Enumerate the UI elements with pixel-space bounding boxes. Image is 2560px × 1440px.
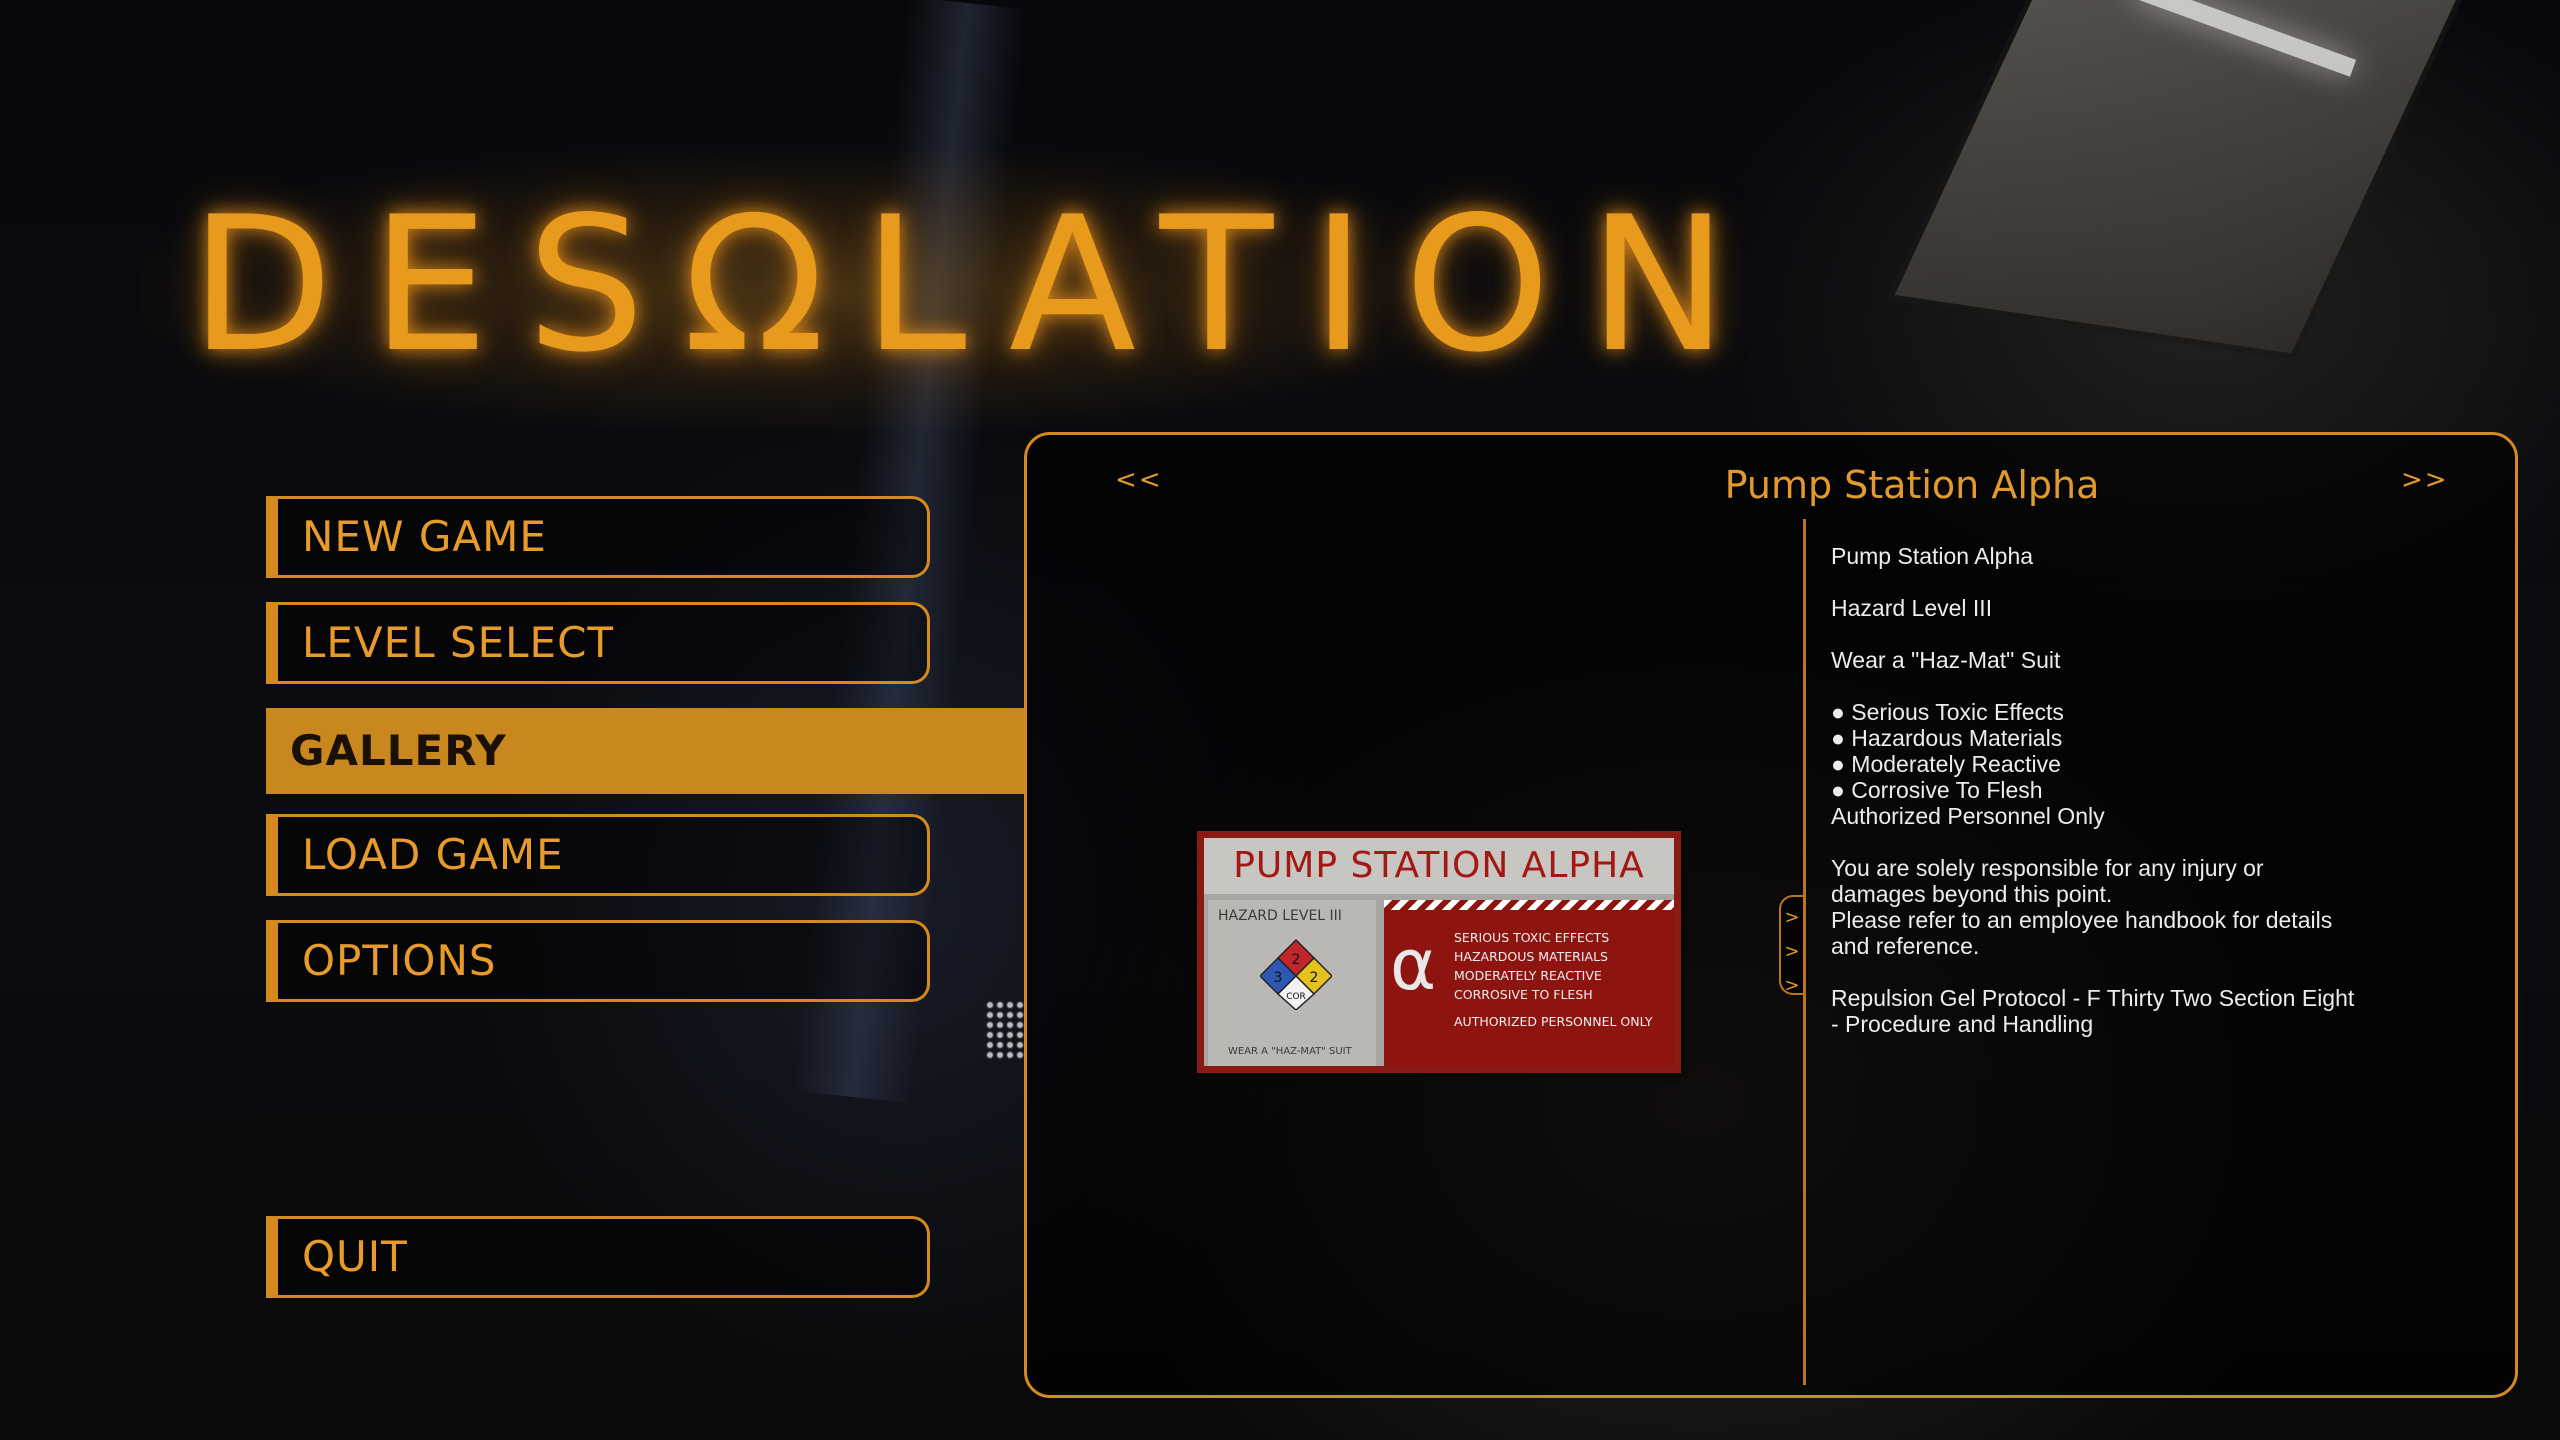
gallery-image-pump-station-sign[interactable]: PUMP STATION ALPHA HAZARD LEVEL III 2 3 … <box>1197 831 1681 1073</box>
gallery-description: Pump Station Alpha Hazard Level III Wear… <box>1831 543 2451 1037</box>
description-disclaimer-line: and reference. <box>1831 933 1980 959</box>
description-bullet: ● Moderately Reactive <box>1831 751 2061 777</box>
description-disclaimer-line: You are solely responsible for any injur… <box>1831 855 2264 881</box>
description-authorized: Authorized Personnel Only <box>1831 803 2105 829</box>
background-ceiling-panel <box>1886 0 2466 361</box>
description-bullet: ● Serious Toxic Effects <box>1831 699 2064 725</box>
gallery-panel: << >> Pump Station Alpha PUMP STATION AL… <box>1024 432 2518 1398</box>
description-protocol-line: - Procedure and Handling <box>1831 1011 2094 1037</box>
sign-warning-item: SERIOUS TOXIC EFFECTS <box>1454 930 1610 945</box>
quit-button[interactable]: QUIT <box>266 1216 930 1298</box>
description-bullet: ● Corrosive To Flesh <box>1831 777 2043 803</box>
options-label: OPTIONS <box>302 936 497 985</box>
description-title: Pump Station Alpha <box>1831 543 2034 569</box>
level-select-label: LEVEL SELECT <box>302 618 615 667</box>
game-logo: DESΩLATION <box>190 176 1766 393</box>
chevron-right-icon: > <box>1784 941 1800 962</box>
previous-item-button[interactable]: << <box>1115 465 1163 495</box>
sign-warning-list: SERIOUS TOXIC EFFECTS HAZARDOUS MATERIAL… <box>1454 928 1609 1004</box>
level-select-button[interactable]: LEVEL SELECT <box>266 602 930 684</box>
description-disclaimer-line: damages beyond this point. <box>1831 881 2113 907</box>
sign-warning-section: α SERIOUS TOXIC EFFECTS HAZARDOUS MATERI… <box>1384 900 1674 1066</box>
diamond-special-value: COR <box>1286 992 1306 1002</box>
description-suit: Wear a "Haz-Mat" Suit <box>1831 647 2061 673</box>
sign-hazard-section: HAZARD LEVEL III 2 3 2 COR WEAR A "HAZ-M… <box>1208 900 1376 1066</box>
sign-suit-text: WEAR A "HAZ-MAT" SUIT <box>1228 1046 1352 1057</box>
alpha-symbol: α <box>1390 924 1437 1006</box>
new-game-label: NEW GAME <box>302 512 547 561</box>
load-game-button[interactable]: LOAD GAME <box>266 814 930 896</box>
gallery-button[interactable]: GALLERY <box>266 708 1026 794</box>
new-game-button[interactable]: NEW GAME <box>266 496 930 578</box>
sign-authorized-text: AUTHORIZED PERSONNEL ONLY <box>1454 1014 1653 1029</box>
next-item-button[interactable]: >> <box>2401 465 2449 495</box>
description-protocol-line: Repulsion Gel Protocol - F Thirty Two Se… <box>1831 985 2355 1011</box>
collapse-description-toggle[interactable]: > > > <box>1779 895 1803 996</box>
sign-warning-item: MODERATELY REACTIVE <box>1454 968 1602 983</box>
chevron-right-icon: > <box>1784 907 1800 928</box>
sign-warning-item: CORROSIVE TO FLESH <box>1454 987 1593 1002</box>
quit-label: QUIT <box>302 1232 408 1281</box>
load-game-label: LOAD GAME <box>302 830 564 879</box>
gallery-label: GALLERY <box>290 726 507 775</box>
sign-warning-stripe <box>1384 900 1674 910</box>
gallery-item-title: Pump Station Alpha <box>1724 463 2100 507</box>
sign-warning-item: HAZARDOUS MATERIALS <box>1454 949 1608 964</box>
diamond-reactivity-value: 2 <box>1310 970 1319 986</box>
description-disclaimer-line: Please refer to an employee handbook for… <box>1831 907 2333 933</box>
options-button[interactable]: OPTIONS <box>266 920 930 1002</box>
description-bullet: ● Hazardous Materials <box>1831 725 2063 751</box>
background-lights <box>985 1000 1025 1060</box>
diamond-flammability-value: 3 <box>1274 970 1283 986</box>
main-menu-screen: DESΩLATION NEW GAME LEVEL SELECT GALLERY… <box>0 0 2560 1440</box>
sign-title: PUMP STATION ALPHA <box>1204 838 1674 894</box>
chevron-right-icon: > <box>1784 975 1800 996</box>
description-hazard-level: Hazard Level III <box>1831 595 1993 621</box>
panel-divider <box>1803 519 1806 1385</box>
diamond-health-value: 2 <box>1292 952 1301 968</box>
hazard-diamond-icon: 2 3 2 COR <box>1260 938 1332 1010</box>
sign-hazard-level: HAZARD LEVEL III <box>1218 908 1342 924</box>
